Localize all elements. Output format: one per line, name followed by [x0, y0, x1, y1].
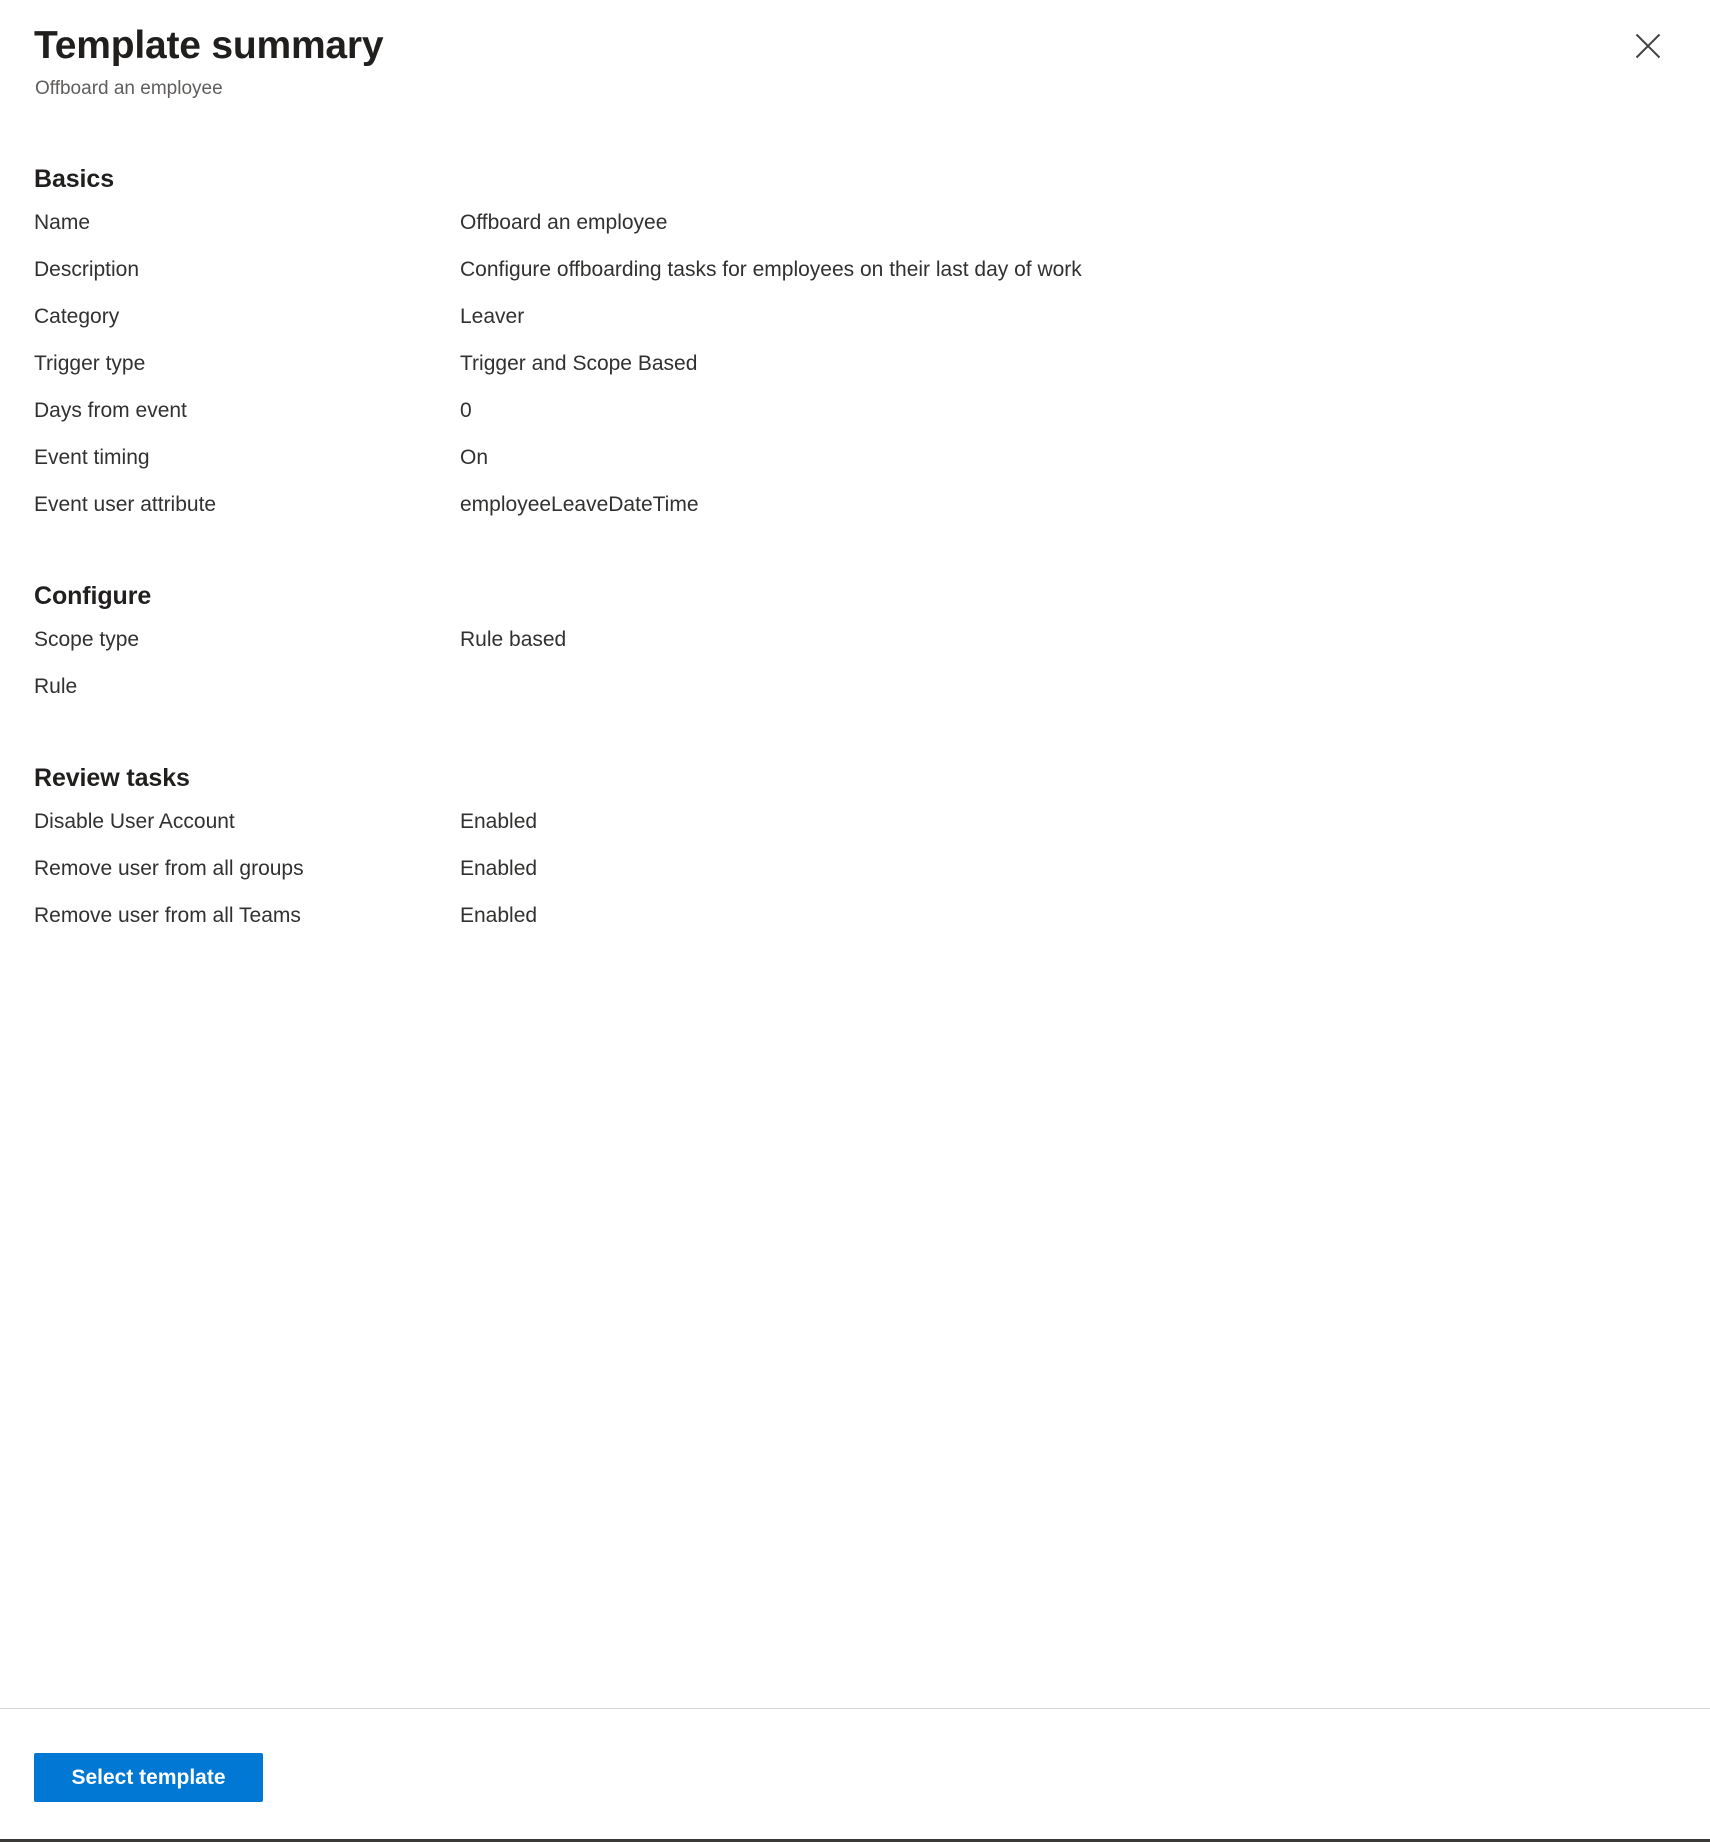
row-name: Name Offboard an employee [34, 209, 1670, 256]
value-description: Configure offboarding tasks for employee… [460, 258, 1082, 281]
panel-header: Template summary Offboard an employee [0, 0, 1710, 118]
row-disable-user-account: Disable User Account Enabled [34, 808, 1670, 855]
label-disable-user-account: Disable User Account [34, 810, 235, 833]
value-scope-type: Rule based [460, 628, 567, 651]
row-remove-user-from-all-groups: Remove user from all groups Enabled [34, 855, 1670, 902]
section-configure: Configure Scope type Rule based Rule [34, 580, 1670, 720]
page-title: Template summary [34, 24, 384, 67]
value-category: Leaver [460, 305, 525, 328]
section-review-tasks: Review tasks Disable User Account Enable… [34, 762, 1670, 949]
section-title-configure: Configure [34, 582, 152, 610]
label-name: Name [34, 211, 91, 234]
page-subtitle: Offboard an employee [35, 78, 223, 99]
row-scope-type: Scope type Rule based [34, 626, 1670, 673]
label-scope-type: Scope type [34, 628, 140, 651]
panel-footer: Select template [0, 1708, 1710, 1839]
label-description: Description [34, 258, 140, 281]
value-remove-user-from-all-groups: Enabled [460, 857, 538, 880]
row-days-from-event: Days from event 0 [34, 397, 1670, 444]
value-name: Offboard an employee [460, 211, 668, 234]
value-days-from-event: 0 [460, 399, 472, 422]
label-event-timing: Event timing [34, 446, 150, 469]
value-disable-user-account: Enabled [460, 810, 538, 833]
row-event-user-attribute: Event user attribute employeeLeaveDateTi… [34, 491, 1670, 538]
label-trigger-type: Trigger type [34, 352, 146, 375]
label-category: Category [34, 305, 120, 328]
row-trigger-type: Trigger type Trigger and Scope Based [34, 350, 1670, 397]
label-remove-user-from-all-teams: Remove user from all Teams [34, 904, 301, 927]
summary-content: Basics Name Offboard an employee Descrip… [0, 118, 1710, 1708]
close-icon [1635, 33, 1661, 59]
row-description: Description Configure offboarding tasks … [34, 256, 1670, 303]
section-title-review-tasks: Review tasks [34, 764, 190, 792]
template-summary-panel: Template summary Offboard an employee Ba… [0, 0, 1710, 1842]
row-event-timing: Event timing On [34, 444, 1670, 491]
value-event-timing: On [460, 446, 489, 469]
close-button[interactable] [1626, 24, 1670, 68]
select-template-button[interactable]: Select template [34, 1753, 263, 1802]
row-rule: Rule [34, 673, 1670, 720]
value-remove-user-from-all-teams: Enabled [460, 904, 538, 927]
value-event-user-attribute: employeeLeaveDateTime [460, 493, 699, 516]
section-basics: Basics Name Offboard an employee Descrip… [34, 163, 1670, 538]
label-rule: Rule [34, 675, 78, 698]
label-days-from-event: Days from event [34, 399, 187, 422]
row-category: Category Leaver [34, 303, 1670, 350]
label-event-user-attribute: Event user attribute [34, 493, 217, 516]
value-trigger-type: Trigger and Scope Based [460, 352, 698, 375]
row-remove-user-from-all-teams: Remove user from all Teams Enabled [34, 902, 1670, 949]
label-remove-user-from-all-groups: Remove user from all groups [34, 857, 304, 880]
section-title-basics: Basics [34, 165, 115, 193]
